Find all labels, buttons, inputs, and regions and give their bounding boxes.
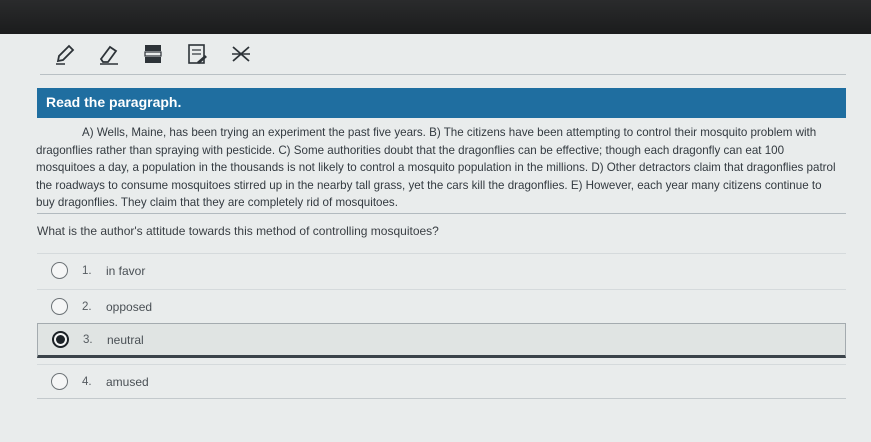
option-label: neutral [107, 332, 144, 347]
passage-divider [37, 213, 846, 214]
radio-button-2[interactable] [51, 298, 68, 315]
options-bottom-divider [37, 398, 846, 399]
passage-header: Read the paragraph. [37, 88, 846, 118]
notepad-icon[interactable] [184, 41, 210, 67]
radio-button-3-selected[interactable] [52, 331, 69, 348]
eliminate-icon[interactable] [228, 41, 254, 67]
option-number: 1. [82, 264, 92, 277]
monitor-bezel [0, 0, 871, 36]
highlighter-icon[interactable] [140, 41, 166, 67]
option-label: amused [106, 374, 149, 389]
answer-option-3[interactable]: 3. neutral [37, 323, 846, 358]
answer-option-1[interactable]: 1. in favor [37, 253, 846, 287]
pencil-icon[interactable] [52, 41, 78, 67]
question-text: What is the author's attitude towards th… [37, 224, 439, 238]
toolbar-divider [40, 74, 846, 75]
option-number: 3. [83, 333, 93, 346]
option-number: 2. [82, 300, 92, 313]
toolbar [40, 38, 280, 70]
answer-option-4[interactable]: 4. amused [37, 364, 846, 398]
radio-button-4[interactable] [51, 373, 68, 390]
radio-button-1[interactable] [51, 262, 68, 279]
passage-header-title: Read the paragraph. [46, 94, 182, 110]
eraser-icon[interactable] [96, 41, 122, 67]
answer-option-2[interactable]: 2. opposed [37, 289, 846, 323]
option-label: in favor [106, 263, 146, 278]
option-number: 4. [82, 375, 92, 388]
option-label: opposed [106, 299, 153, 314]
passage-text: A) Wells, Maine, has been trying an expe… [36, 126, 836, 209]
